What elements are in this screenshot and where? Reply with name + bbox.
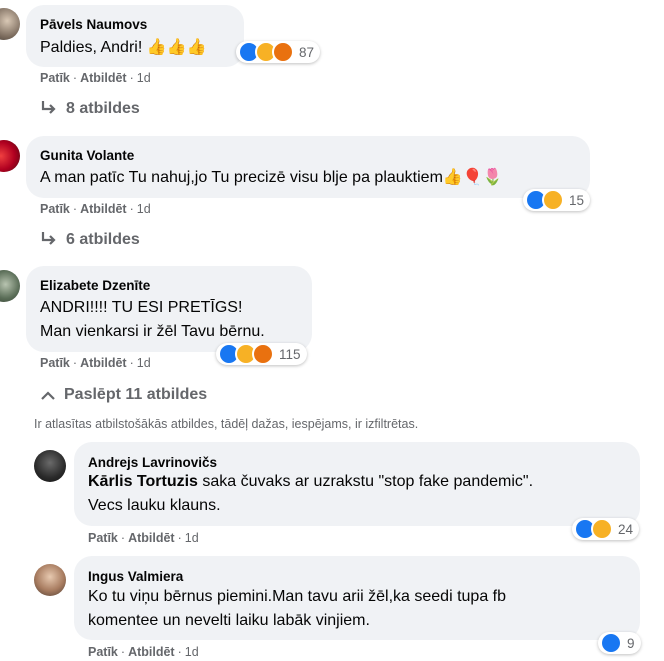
reply-button[interactable]: Atbildēt: [128, 531, 175, 545]
reply-text: saka čuvaks ar uzrakstu "stop fake pande…: [197, 473, 534, 490]
reply-button[interactable]: Atbildēt: [80, 356, 127, 370]
hide-replies-button[interactable]: Paslēpt 11 atbildes: [40, 386, 207, 404]
reaction-count: 15: [569, 192, 585, 208]
reaction-count: 87: [299, 44, 315, 60]
reaction-summary[interactable]: 115: [216, 343, 307, 365]
chevron-up-icon: [41, 391, 55, 400]
tagged-user-link[interactable]: Kārlis Tortuzis: [88, 473, 198, 490]
separator: ·: [129, 202, 134, 216]
timestamp[interactable]: 1d: [137, 356, 151, 370]
comment-text: Paldies, Andri! 👍👍👍: [40, 39, 207, 56]
separator: ·: [120, 531, 126, 545]
comment-author[interactable]: Elizabete Dzenīte: [40, 278, 150, 293]
filter-note: Ir atlasītas atbilstošākās atbildes, tād…: [34, 417, 419, 431]
reaction-count: 24: [618, 521, 634, 537]
reply-text-line: Vecs lauku klauns.: [88, 497, 221, 514]
like-button[interactable]: Patīk: [40, 356, 70, 370]
separator: ·: [129, 71, 134, 85]
reaction-count: 9: [627, 635, 635, 651]
replies-label: 8 atbildes: [66, 100, 140, 117]
reaction-count: 115: [279, 346, 301, 362]
avatar[interactable]: [0, 140, 20, 172]
replies-label: 6 atbildes: [66, 231, 140, 248]
angry-reaction-icon: [272, 41, 294, 63]
reaction-summary[interactable]: 87: [236, 41, 321, 63]
reply-arrow-icon: [41, 232, 56, 245]
view-replies-button[interactable]: 6 atbildes: [40, 231, 140, 249]
comment-actions: Patīk · Atbildēt · 1d: [40, 356, 151, 370]
avatar[interactable]: [34, 564, 66, 596]
view-replies-button[interactable]: 8 atbildes: [40, 100, 140, 118]
like-button[interactable]: Patīk: [88, 531, 118, 545]
separator: ·: [129, 356, 134, 370]
comment-actions: Patīk · Atbildēt · 1d: [40, 202, 151, 216]
avatar[interactable]: [34, 450, 66, 482]
haha-reaction-icon: [542, 189, 564, 211]
avatar[interactable]: [0, 270, 20, 302]
reply-button[interactable]: Atbildēt: [128, 645, 175, 659]
reply-text-line: Kārlis Tortuzis saka čuvaks ar uzrakstu …: [88, 470, 533, 494]
reply-actions: Patīk · Atbildēt · 1d: [88, 645, 199, 659]
like-reaction-icon: [600, 632, 622, 654]
separator: ·: [120, 645, 126, 659]
reply-arrow-icon: [41, 101, 56, 114]
reaction-summary[interactable]: 9: [598, 632, 641, 654]
reply-button[interactable]: Atbildēt: [80, 71, 127, 85]
reply-author[interactable]: Ingus Valmiera: [88, 569, 183, 584]
timestamp[interactable]: 1d: [185, 645, 199, 659]
timestamp[interactable]: 1d: [137, 71, 151, 85]
reaction-summary[interactable]: 15: [523, 189, 591, 211]
timestamp[interactable]: 1d: [185, 531, 199, 545]
reply-button[interactable]: Atbildēt: [80, 202, 127, 216]
timestamp[interactable]: 1d: [137, 202, 151, 216]
separator: ·: [177, 645, 182, 659]
comment-text-line: ANDRI!!!! TU ESI PRETĪGS!: [40, 299, 243, 316]
like-button[interactable]: Patīk: [88, 645, 118, 659]
comment-text: A man patīc Tu nahuj,jo Tu precizē visu …: [40, 169, 503, 186]
angry-reaction-icon: [252, 343, 274, 365]
reaction-summary[interactable]: 24: [572, 518, 640, 540]
comment-author[interactable]: Gunita Volante: [40, 148, 134, 163]
reply-text-line: komentee un nevelti laiku labāk vinjiem.: [88, 612, 370, 629]
reply-author[interactable]: Andrejs Lavrinovičs: [88, 455, 217, 470]
comment-author[interactable]: Pāvels Naumovs: [40, 17, 147, 32]
like-button[interactable]: Patīk: [40, 202, 70, 216]
separator: ·: [72, 202, 78, 216]
replies-label: Paslēpt 11 atbildes: [64, 386, 208, 403]
haha-reaction-icon: [591, 518, 613, 540]
separator: ·: [177, 531, 182, 545]
separator: ·: [72, 356, 78, 370]
reply-text-line: Ko tu viņu bērnus piemini.Man tavu arii …: [88, 588, 507, 605]
comment-text-line: Man vienkarsi ir žēl Tavu bērnu.: [40, 323, 265, 340]
like-button[interactable]: Patīk: [40, 71, 70, 85]
avatar[interactable]: [0, 8, 20, 40]
comment-actions: Patīk · Atbildēt · 1d: [40, 71, 151, 85]
separator: ·: [72, 71, 78, 85]
reply-actions: Patīk · Atbildēt · 1d: [88, 531, 199, 545]
